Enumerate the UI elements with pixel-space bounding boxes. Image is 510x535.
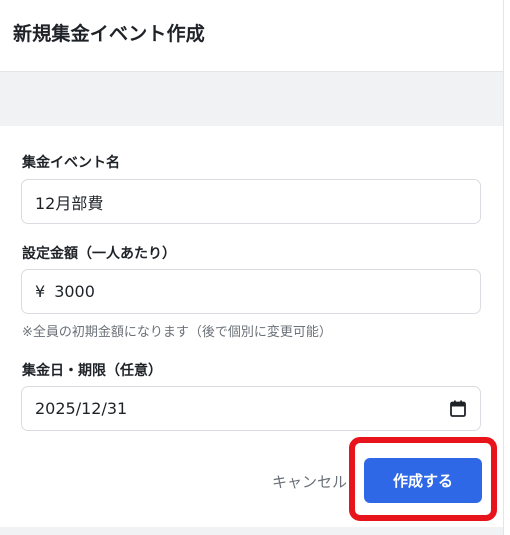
- page-title: 新規集金イベント作成: [13, 23, 206, 45]
- date-label: 集金日・期限（任意）: [22, 363, 162, 379]
- event-form-card: 集金イベント名 12月部費 設定金額（一人あたり） ¥ 3000 ※全員の初期金…: [0, 126, 503, 527]
- currency-symbol: ¥: [35, 282, 46, 301]
- date-input[interactable]: 2025/12/31: [21, 386, 481, 431]
- amount-label: 設定金額（一人あたり）: [22, 246, 176, 262]
- calendar-icon[interactable]: [450, 400, 466, 417]
- create-button[interactable]: 作成する: [364, 458, 482, 503]
- event-name-input[interactable]: 12月部費: [21, 179, 481, 224]
- amount-hint: ※全員の初期金額になります（後で個別に変更可能）: [22, 325, 332, 340]
- amount-input[interactable]: ¥ 3000: [21, 269, 481, 314]
- scrollbar-track[interactable]: [503, 0, 510, 535]
- event-name-label: 集金イベント名: [22, 155, 120, 171]
- date-value: 2025/12/31: [35, 399, 128, 418]
- cancel-button[interactable]: キャンセル: [272, 468, 347, 494]
- amount-value: 3000: [54, 282, 95, 301]
- page-header: 新規集金イベント作成: [0, 0, 503, 72]
- event-name-value: 12月部費: [35, 193, 104, 213]
